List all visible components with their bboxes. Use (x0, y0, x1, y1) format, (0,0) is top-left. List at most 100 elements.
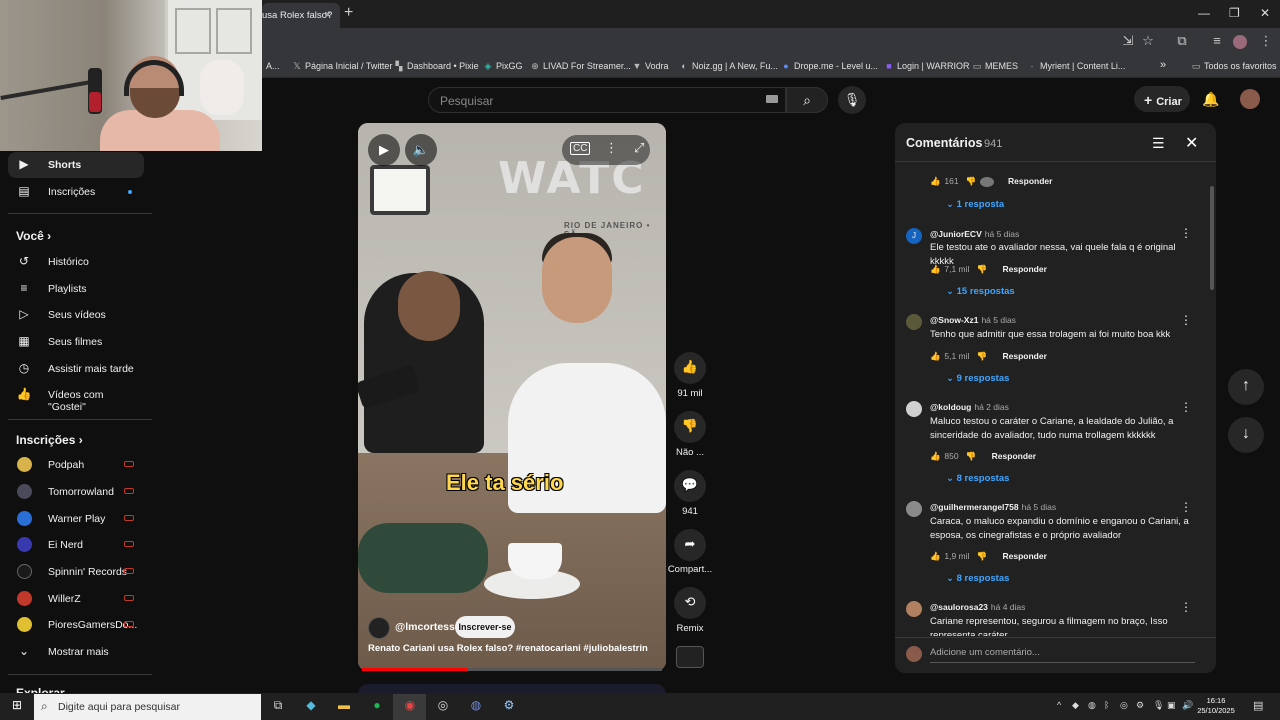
sidebar-sub-willerz[interactable]: WillerZ (8, 586, 144, 612)
shorts-video-player[interactable]: WATC RIO DE JANEIRO • SÃ (358, 123, 666, 671)
task-view-icon[interactable]: ⧉ (268, 698, 288, 716)
keyboard-icon[interactable] (766, 95, 778, 103)
tray-app-icon[interactable]: ◆ (1072, 700, 1079, 711)
reply-button[interactable]: Responder (1003, 351, 1047, 361)
reply-button[interactable]: Responder (992, 451, 1036, 461)
file-explorer-icon[interactable]: ▬ (334, 698, 354, 716)
spotify-icon[interactable]: ● (367, 698, 387, 716)
more-options-icon[interactable]: ⋮ (605, 140, 618, 156)
view-replies-button[interactable]: ⌄ 8 respostas (946, 573, 1009, 584)
sidebar-sub-ei-nerd[interactable]: Ei Nerd (8, 532, 144, 558)
install-app-icon[interactable]: ⇲ (1120, 33, 1136, 49)
fullscreen-icon[interactable]: ⤢ (634, 140, 644, 156)
comments-scrollbar[interactable] (1210, 186, 1214, 290)
bookmark-warrior[interactable]: ■ Login | WARRIOR (884, 61, 969, 71)
like-button[interactable]: 👍 (674, 352, 706, 384)
reply-button[interactable]: Responder (1003, 264, 1047, 274)
window-close-button[interactable]: ✕ (1260, 6, 1270, 20)
previous-short-button[interactable]: ↑ (1228, 369, 1264, 405)
search-button[interactable]: ⌕ (786, 87, 828, 113)
thumbs-up-icon[interactable]: 👍 (930, 264, 942, 275)
notifications-bell-icon[interactable]: 🔔 (1202, 91, 1219, 108)
comment-avatar[interactable] (906, 501, 922, 517)
thumbs-up-icon[interactable]: 👍 (930, 551, 942, 562)
bookmarks-overflow-icon[interactable]: » (1160, 59, 1166, 71)
voice-search-button[interactable]: 🎙 (838, 86, 866, 114)
windows-start-icon[interactable]: ⊞ (7, 698, 27, 716)
sidebar-show-more[interactable]: ⌄ Mostrar mais (8, 639, 144, 665)
comment-more-icon[interactable]: ⋮ (1180, 313, 1192, 327)
window-minimize-button[interactable]: — (1198, 6, 1210, 20)
comment-author[interactable]: @JuniorECV há 5 dias (930, 229, 1019, 239)
microphone-icon[interactable]: 🎙 (1153, 700, 1164, 711)
bookmark-pixie[interactable]: ▚ Dashboard • Pixie (394, 61, 479, 72)
sidebar-explore-header[interactable]: Explorar (16, 686, 65, 693)
tray-overflow-icon[interactable]: ^ (1057, 700, 1061, 710)
bluetooth-icon[interactable]: ᛒ (1104, 700, 1109, 710)
closed-captions-icon[interactable]: CC (570, 142, 591, 155)
create-button[interactable]: + Criar (1134, 86, 1190, 112)
channel-avatar[interactable] (368, 617, 390, 639)
bookmark-myrient[interactable]: · Myrient | Content Li... (1027, 61, 1126, 71)
comment-avatar[interactable]: J (906, 228, 922, 244)
all-bookmarks-folder[interactable]: ▭ Todos os favoritos (1191, 61, 1277, 72)
search-input[interactable]: Pesquisar (428, 87, 786, 113)
bookmark-livad[interactable]: ⊕ LIVAD For Streamer... (530, 61, 631, 72)
thumbs-down-icon[interactable]: 👎 (966, 451, 978, 462)
bookmark-noiz[interactable]: ◐ Noiz.gg | A New, Fu... (679, 61, 778, 71)
account-avatar[interactable] (1240, 89, 1260, 109)
reply-button[interactable]: Responder (1008, 176, 1052, 186)
bookmark-star-icon[interactable]: ☆ (1140, 33, 1156, 49)
view-replies-button[interactable]: ⌄ 8 respostas (946, 473, 1009, 484)
share-button[interactable]: ➦ (674, 529, 706, 561)
comment-avatar[interactable] (906, 601, 922, 617)
sidebar-sub-tomorrowland[interactable]: Tomorrowland (8, 479, 144, 505)
view-replies-button[interactable]: ⌄ 1 resposta (946, 199, 1004, 210)
sidebar-sub-podpah[interactable]: Podpah (8, 452, 144, 478)
taskbar-search-input[interactable]: ⌕ Digite aqui para pesquisar (34, 694, 261, 720)
comment-avatar[interactable] (906, 401, 922, 417)
comment-author[interactable]: @guilhermerangel758 há 5 dias (930, 502, 1056, 512)
media-controls-icon[interactable]: ≡ (1209, 33, 1225, 48)
sidebar-subscriptions-header[interactable]: Inscrições › (16, 433, 83, 447)
sort-comments-icon[interactable]: ☰ (1152, 135, 1165, 152)
comment-more-icon[interactable]: ⋮ (1180, 226, 1192, 240)
comment-author[interactable]: @koldoug há 2 dias (930, 402, 1009, 412)
profile-avatar[interactable] (1233, 35, 1247, 49)
sidebar-sub-spinnin-records[interactable]: Spinnin' Records (8, 559, 144, 585)
browser-tab-active[interactable]: usa Rolex falso? × (262, 3, 340, 28)
comments-button[interactable]: 💬 (674, 470, 706, 502)
thumbs-down-icon[interactable]: 👎 (977, 551, 989, 562)
browser-menu-icon[interactable]: ⋮ (1258, 33, 1274, 49)
sidebar-sub-warner-play[interactable]: Warner Play (8, 506, 144, 532)
obs-icon[interactable]: ◎ (433, 698, 453, 716)
sidebar-item-subscriptions[interactable]: ▤ Inscrições (8, 179, 144, 205)
sidebar-item-your-movies[interactable]: ▦ Seus filmes (8, 329, 144, 355)
view-replies-button[interactable]: ⌄ 9 respostas (946, 373, 1009, 384)
comment-more-icon[interactable]: ⋮ (1180, 600, 1192, 614)
steam-icon[interactable]: ⚙ (499, 698, 519, 716)
comment-author[interactable]: @saulorosa23 há 4 dias (930, 602, 1025, 612)
tab-close-icon[interactable]: × (324, 7, 332, 22)
reply-button[interactable]: Responder (1003, 551, 1047, 561)
thumbs-down-icon[interactable]: 👎 (977, 351, 989, 362)
taskbar-clock[interactable]: 16:16 25/10/2025 (1196, 696, 1236, 716)
bookmark-truncated[interactable]: A... (266, 61, 280, 71)
comment-avatar[interactable] (906, 314, 922, 330)
comment-more-icon[interactable]: ⋮ (1180, 500, 1192, 514)
comment-more-icon[interactable]: ⋮ (1180, 400, 1192, 414)
video-progress-bar[interactable] (362, 668, 662, 671)
sidebar-item-playlists[interactable]: ≡ Playlists (8, 276, 144, 302)
bookmark-drope[interactable]: ● Drope.me - Level u... (781, 61, 878, 71)
thumbs-up-icon[interactable]: 👍 (930, 351, 942, 362)
discord-icon[interactable]: ◍ (466, 698, 486, 716)
sidebar-item-your-videos[interactable]: ▷ Seus vídeos (8, 302, 144, 328)
video-title[interactable]: Renato Cariani usa Rolex falso? #renatoc… (368, 643, 648, 654)
notifications-icon[interactable]: ▤ (1253, 699, 1263, 712)
sidebar-item-liked-videos[interactable]: 👍 Vídeos com "Gostei" (8, 382, 144, 413)
sidebar-item-shorts[interactable]: ▶ Shorts (8, 152, 144, 178)
thumbs-up-icon[interactable]: 👍 (930, 176, 942, 187)
comment-author[interactable]: @Snow-Xz1 há 5 dias (930, 315, 1016, 325)
add-comment-input[interactable]: Adicione um comentário... (930, 647, 1195, 663)
sound-thumbnail[interactable] (676, 646, 704, 668)
